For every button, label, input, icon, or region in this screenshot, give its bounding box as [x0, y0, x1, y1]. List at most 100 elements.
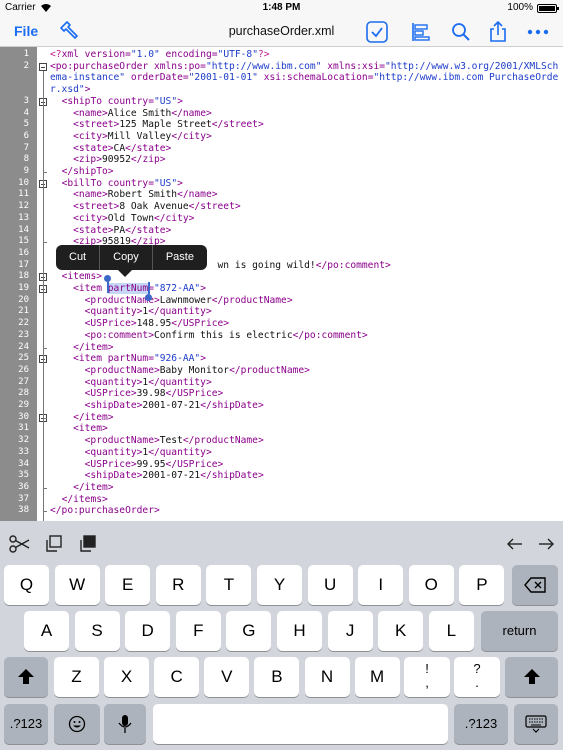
- numbers-left-key[interactable]: .?123: [4, 704, 48, 744]
- key-c[interactable]: C: [154, 657, 200, 697]
- key-f[interactable]: F: [175, 611, 221, 651]
- code-line[interactable]: 38 </po:purchaseOrder>: [0, 505, 563, 517]
- key-t[interactable]: T: [206, 565, 252, 605]
- line-number: 10: [18, 177, 29, 188]
- code-line[interactable]: 4 <name>Alice Smith</name>: [0, 108, 563, 120]
- code-line[interactable]: 35 <shipDate>2001-07-21</shipDate>: [0, 470, 563, 482]
- code-line[interactable]: 30 </item>: [0, 412, 563, 424]
- key-g[interactable]: G: [226, 611, 272, 651]
- key-u[interactable]: U: [307, 565, 353, 605]
- code-line[interactable]: ema-instance" orderDate="2001-01-01" xsi…: [0, 72, 563, 84]
- arrow-right-icon[interactable]: [535, 533, 557, 555]
- key-d[interactable]: D: [125, 611, 171, 651]
- code-line[interactable]: 37 </items>: [0, 494, 563, 506]
- code-line[interactable]: 14 <state>PA</state>: [0, 225, 563, 237]
- exclamation-comma-key[interactable]: ! ,: [404, 657, 450, 697]
- key-j[interactable]: J: [327, 611, 373, 651]
- share-icon[interactable]: [486, 20, 510, 44]
- check-square-icon[interactable]: [365, 20, 389, 44]
- code-line[interactable]: 2 <po:purchaseOrder xmlns:po="http://www.…: [0, 61, 563, 73]
- key-h[interactable]: H: [277, 611, 322, 651]
- numbers-right-key[interactable]: .?123: [454, 704, 508, 744]
- backspace-key[interactable]: [512, 565, 558, 605]
- key-z[interactable]: Z: [54, 657, 99, 697]
- code-line[interactable]: 18 <items>: [0, 271, 563, 283]
- code-line[interactable]: 29 <shipDate>2001-07-21</shipDate>: [0, 400, 563, 412]
- code-line[interactable]: 21 <quantity>1</quantity>: [0, 306, 563, 318]
- code-line[interactable]: 1 <?xml version="1.0" encoding="UTF-8"?>: [0, 49, 563, 61]
- code-line[interactable]: 8 <zip>90952</zip>: [0, 154, 563, 166]
- selection-end-handle[interactable]: [145, 294, 152, 301]
- code-line[interactable]: 9 </shipTo>: [0, 166, 563, 178]
- key-v[interactable]: V: [204, 657, 250, 697]
- code-editor[interactable]: 1 <?xml version="1.0" encoding="UTF-8"?> 2…: [0, 47, 563, 521]
- code-line[interactable]: 22 <USPrice>148.95</USPrice>: [0, 318, 563, 330]
- cut-menu-item[interactable]: Cut: [56, 245, 101, 270]
- code-line[interactable]: 19 <item partNum="872-AA">: [0, 283, 563, 295]
- key-k[interactable]: K: [378, 611, 424, 651]
- key-i[interactable]: I: [358, 565, 404, 605]
- question-period-key[interactable]: ? .: [454, 657, 500, 697]
- code-text: <name>Robert Smith</name>: [50, 189, 217, 201]
- code-line[interactable]: 24 </item>: [0, 342, 563, 354]
- code-line[interactable]: 33 <quantity>1</quantity>: [0, 447, 563, 459]
- shift-left-key[interactable]: [4, 657, 48, 697]
- line-number: 4: [23, 107, 29, 118]
- code-line[interactable]: r.xsd">: [0, 84, 563, 96]
- line-number: 14: [18, 224, 29, 235]
- shift-icon: [18, 669, 34, 684]
- copy-icon[interactable]: [43, 533, 65, 555]
- code-line[interactable]: 27 <quantity>1</quantity>: [0, 377, 563, 389]
- arrow-left-icon[interactable]: [504, 533, 526, 555]
- code-line[interactable]: 34 <USPrice>99.95</USPrice>: [0, 459, 563, 471]
- paste-menu-item[interactable]: Paste: [153, 245, 207, 270]
- return-key[interactable]: return: [481, 611, 558, 651]
- code-line[interactable]: 11 <name>Robert Smith</name>: [0, 189, 563, 201]
- key-r[interactable]: R: [155, 565, 201, 605]
- key-a[interactable]: A: [24, 611, 69, 651]
- key-b[interactable]: B: [254, 657, 300, 697]
- key-w[interactable]: W: [54, 565, 100, 605]
- key-e[interactable]: E: [105, 565, 151, 605]
- code-line[interactable]: 23 <po:comment>Confirm this is electric<…: [0, 330, 563, 342]
- code-line[interactable]: 13 <city>Old Town</city>: [0, 213, 563, 225]
- shift-right-key[interactable]: [505, 657, 558, 697]
- search-icon[interactable]: [449, 20, 473, 44]
- fold-toggle[interactable]: [39, 62, 47, 71]
- key-l[interactable]: L: [428, 611, 474, 651]
- code-line[interactable]: 6 <city>Mill Valley</city>: [0, 131, 563, 143]
- copy-menu-item[interactable]: Copy: [100, 245, 153, 270]
- key-n[interactable]: N: [304, 657, 350, 697]
- code-line[interactable]: 32 <productName>Test</productName>: [0, 435, 563, 447]
- code-line[interactable]: 3 <shipTo country="US">: [0, 96, 563, 108]
- key-x[interactable]: X: [104, 657, 150, 697]
- key-q[interactable]: Q: [4, 565, 49, 605]
- code-line[interactable]: 7 <state>CA</state>: [0, 143, 563, 155]
- paste-icon[interactable]: [77, 533, 99, 555]
- code-line[interactable]: 5 <street>125 Maple Street</street>: [0, 119, 563, 131]
- code-line[interactable]: 25 <item partNum="926-AA">: [0, 353, 563, 365]
- align-icon[interactable]: [409, 20, 433, 44]
- dismiss-keyboard-key[interactable]: [514, 704, 558, 744]
- code-token: Test: [159, 435, 183, 447]
- more-icon[interactable]: [526, 20, 550, 44]
- key-p[interactable]: P: [459, 565, 505, 605]
- code-line[interactable]: 12 <street>8 Oak Avenue</street>: [0, 201, 563, 213]
- dictation-key[interactable]: [104, 704, 146, 744]
- scissors-icon[interactable]: [8, 533, 30, 555]
- code-line[interactable]: 36 </item>: [0, 482, 563, 494]
- code-line[interactable]: 26 <productName>Baby Monitor</productNam…: [0, 365, 563, 377]
- key-o[interactable]: O: [408, 565, 454, 605]
- code-line[interactable]: 31 <item>: [0, 423, 563, 435]
- code-line[interactable]: 10 <billTo country="US">: [0, 178, 563, 190]
- emoji-key[interactable]: [54, 704, 100, 744]
- key-s[interactable]: S: [74, 611, 120, 651]
- code-line[interactable]: 28 <USPrice>39.98</USPrice>: [0, 388, 563, 400]
- key-m[interactable]: M: [354, 657, 400, 697]
- code-line[interactable]: 20 <productName>Lawnmower</productName>: [0, 295, 563, 307]
- key-y[interactable]: Y: [257, 565, 302, 605]
- space-key[interactable]: [153, 704, 448, 744]
